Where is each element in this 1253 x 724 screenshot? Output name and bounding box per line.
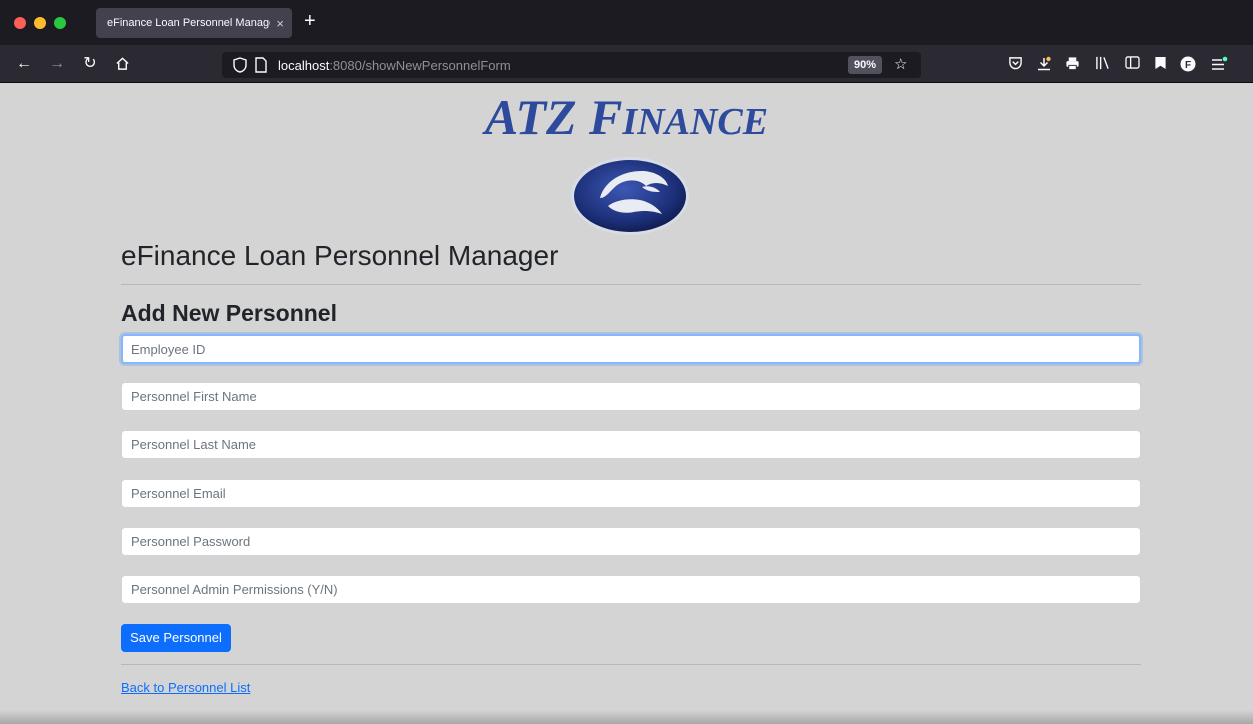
- browser-nav-bar: ← → ↻ localhost:8080/showNewPersonnelFor…: [0, 45, 1253, 83]
- new-tab-button[interactable]: +: [304, 11, 316, 31]
- admin-permissions-input[interactable]: [121, 575, 1141, 604]
- reload-icon[interactable]: ↻: [80, 54, 100, 74]
- url-text: localhost:8080/showNewPersonnelForm: [278, 58, 511, 73]
- title-divider: [121, 284, 1141, 285]
- email-input[interactable]: [121, 479, 1141, 508]
- back-to-personnel-list-link[interactable]: Back to Personnel List: [121, 680, 250, 695]
- window-minimize-button[interactable]: [34, 17, 46, 29]
- tab-close-icon[interactable]: ×: [276, 17, 284, 30]
- zoom-level-badge[interactable]: 90%: [848, 56, 882, 74]
- downloads-icon[interactable]: [1034, 54, 1054, 74]
- window-bottom-shadow: [0, 710, 1253, 724]
- account-avatar-icon[interactable]: F: [1178, 54, 1198, 74]
- url-host: localhost: [278, 58, 330, 73]
- atz-finance-wordmark: ATZ FINANCE: [484, 89, 769, 145]
- sidebar-icon[interactable]: [1122, 54, 1142, 74]
- footer-divider: [121, 664, 1141, 665]
- page-title: eFinance Loan Personnel Manager: [121, 240, 559, 271]
- browser-tab-bar: eFinance Loan Personnel Manager × +: [0, 0, 1253, 45]
- account-initial: F: [1185, 60, 1191, 71]
- url-bar[interactable]: localhost:8080/showNewPersonnelForm 90% …: [222, 52, 921, 78]
- app-menu-icon[interactable]: [1209, 54, 1229, 74]
- bookmark-star-icon[interactable]: ☆: [894, 56, 907, 74]
- last-name-input[interactable]: [121, 430, 1141, 459]
- home-icon[interactable]: [112, 54, 132, 74]
- browser-tab-active[interactable]: eFinance Loan Personnel Manager ×: [96, 8, 292, 38]
- password-input[interactable]: [121, 527, 1141, 556]
- print-icon[interactable]: [1062, 54, 1082, 74]
- employee-id-input[interactable]: [121, 334, 1141, 364]
- window-maximize-button[interactable]: [54, 17, 66, 29]
- tab-title: eFinance Loan Personnel Manager: [107, 17, 271, 29]
- page-info-icon[interactable]: [255, 57, 267, 78]
- back-arrow-icon[interactable]: ←: [14, 54, 34, 74]
- tracking-shield-icon[interactable]: [233, 57, 247, 78]
- pocket-icon[interactable]: [1005, 54, 1025, 74]
- form-title: Add New Personnel: [121, 300, 337, 326]
- save-personnel-button[interactable]: Save Personnel: [121, 624, 231, 652]
- forward-arrow-icon[interactable]: →: [47, 54, 67, 74]
- first-name-input[interactable]: [121, 382, 1141, 411]
- library-icon[interactable]: [1092, 54, 1112, 74]
- url-path: :8080/showNewPersonnelForm: [329, 58, 511, 73]
- reader-view-icon[interactable]: [1150, 54, 1170, 74]
- window-close-button[interactable]: [14, 17, 26, 29]
- nittany-lion-emblem: [571, 157, 689, 235]
